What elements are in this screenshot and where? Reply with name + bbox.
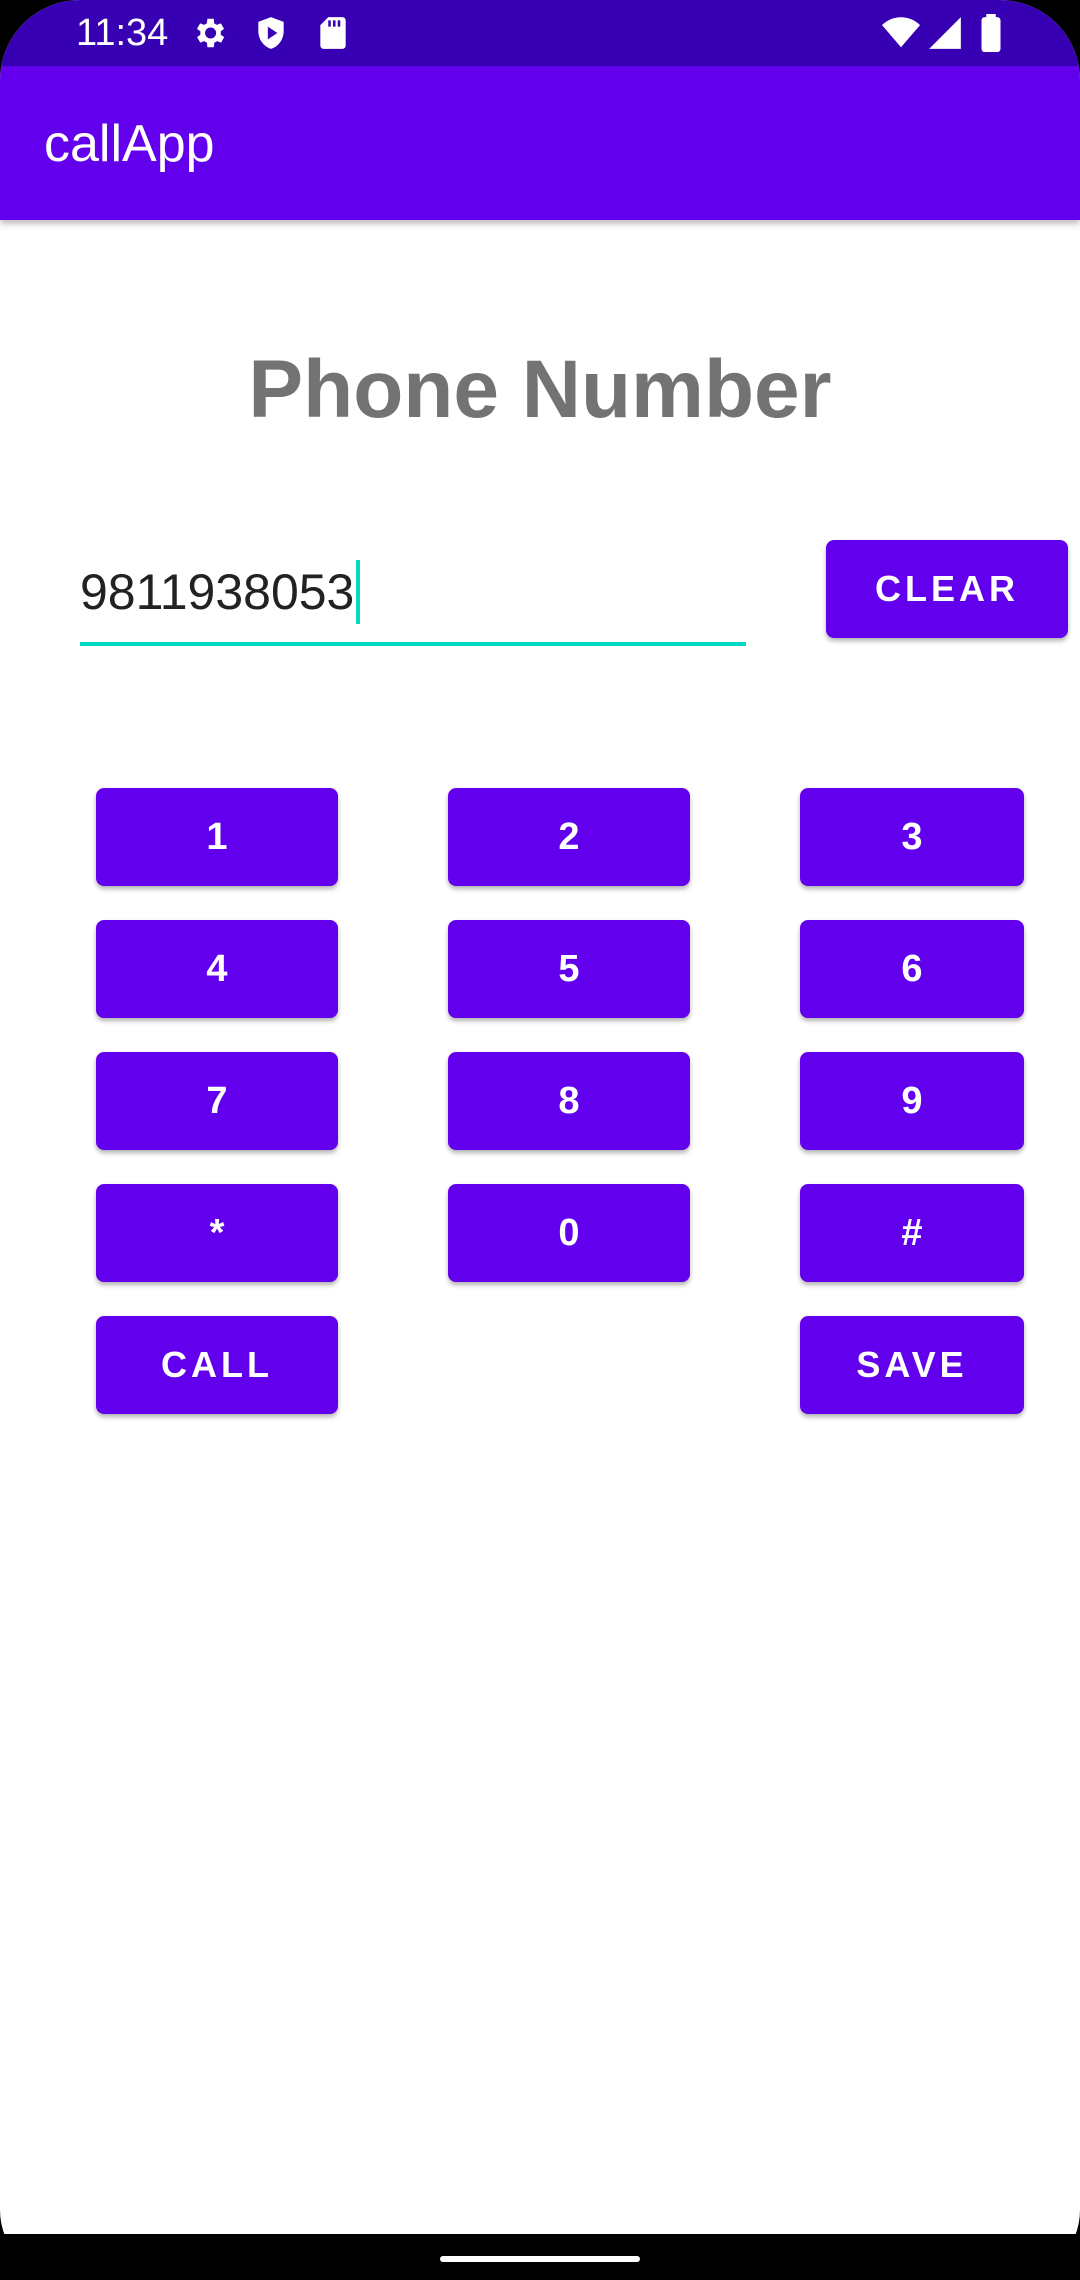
sd-card-icon (314, 14, 352, 52)
battery-icon (976, 14, 1006, 52)
call-button[interactable]: CALL (96, 1316, 338, 1414)
key-star-button[interactable]: * (96, 1184, 338, 1282)
gear-icon (190, 14, 228, 52)
key-9-button[interactable]: 9 (800, 1052, 1024, 1150)
phone-number-input[interactable]: 9811938053 (80, 548, 746, 646)
signal-icon (926, 14, 964, 52)
home-gesture-handle[interactable] (440, 2256, 640, 2262)
status-time: 11:34 (76, 12, 169, 54)
app-bar: callApp (0, 66, 1080, 220)
phone-number-value: 9811938053 (80, 559, 361, 628)
key-4-button[interactable]: 4 (96, 920, 338, 1018)
status-bar: 11:34 (0, 0, 1080, 66)
app-title: callApp (44, 115, 215, 173)
save-button[interactable]: SAVE (800, 1316, 1024, 1414)
text-cursor (356, 559, 361, 624)
wifi-icon (882, 14, 920, 52)
key-5-button[interactable]: 5 (448, 920, 690, 1018)
key-3-button[interactable]: 3 (800, 788, 1024, 886)
key-2-button[interactable]: 2 (448, 788, 690, 886)
key-hash-button[interactable]: # (800, 1184, 1024, 1282)
shield-play-icon (252, 14, 290, 52)
key-1-button[interactable]: 1 (96, 788, 338, 886)
phone-number-text: 9811938053 (80, 564, 355, 620)
key-8-button[interactable]: 8 (448, 1052, 690, 1150)
app-screen: 11:34 callApp Phone Number 9811938053 CL… (0, 0, 1080, 2280)
page-title: Phone Number (248, 344, 832, 435)
key-7-button[interactable]: 7 (96, 1052, 338, 1150)
key-6-button[interactable]: 6 (800, 920, 1024, 1018)
key-0-button[interactable]: 0 (448, 1184, 690, 1282)
clear-button[interactable]: CLEAR (826, 540, 1068, 638)
